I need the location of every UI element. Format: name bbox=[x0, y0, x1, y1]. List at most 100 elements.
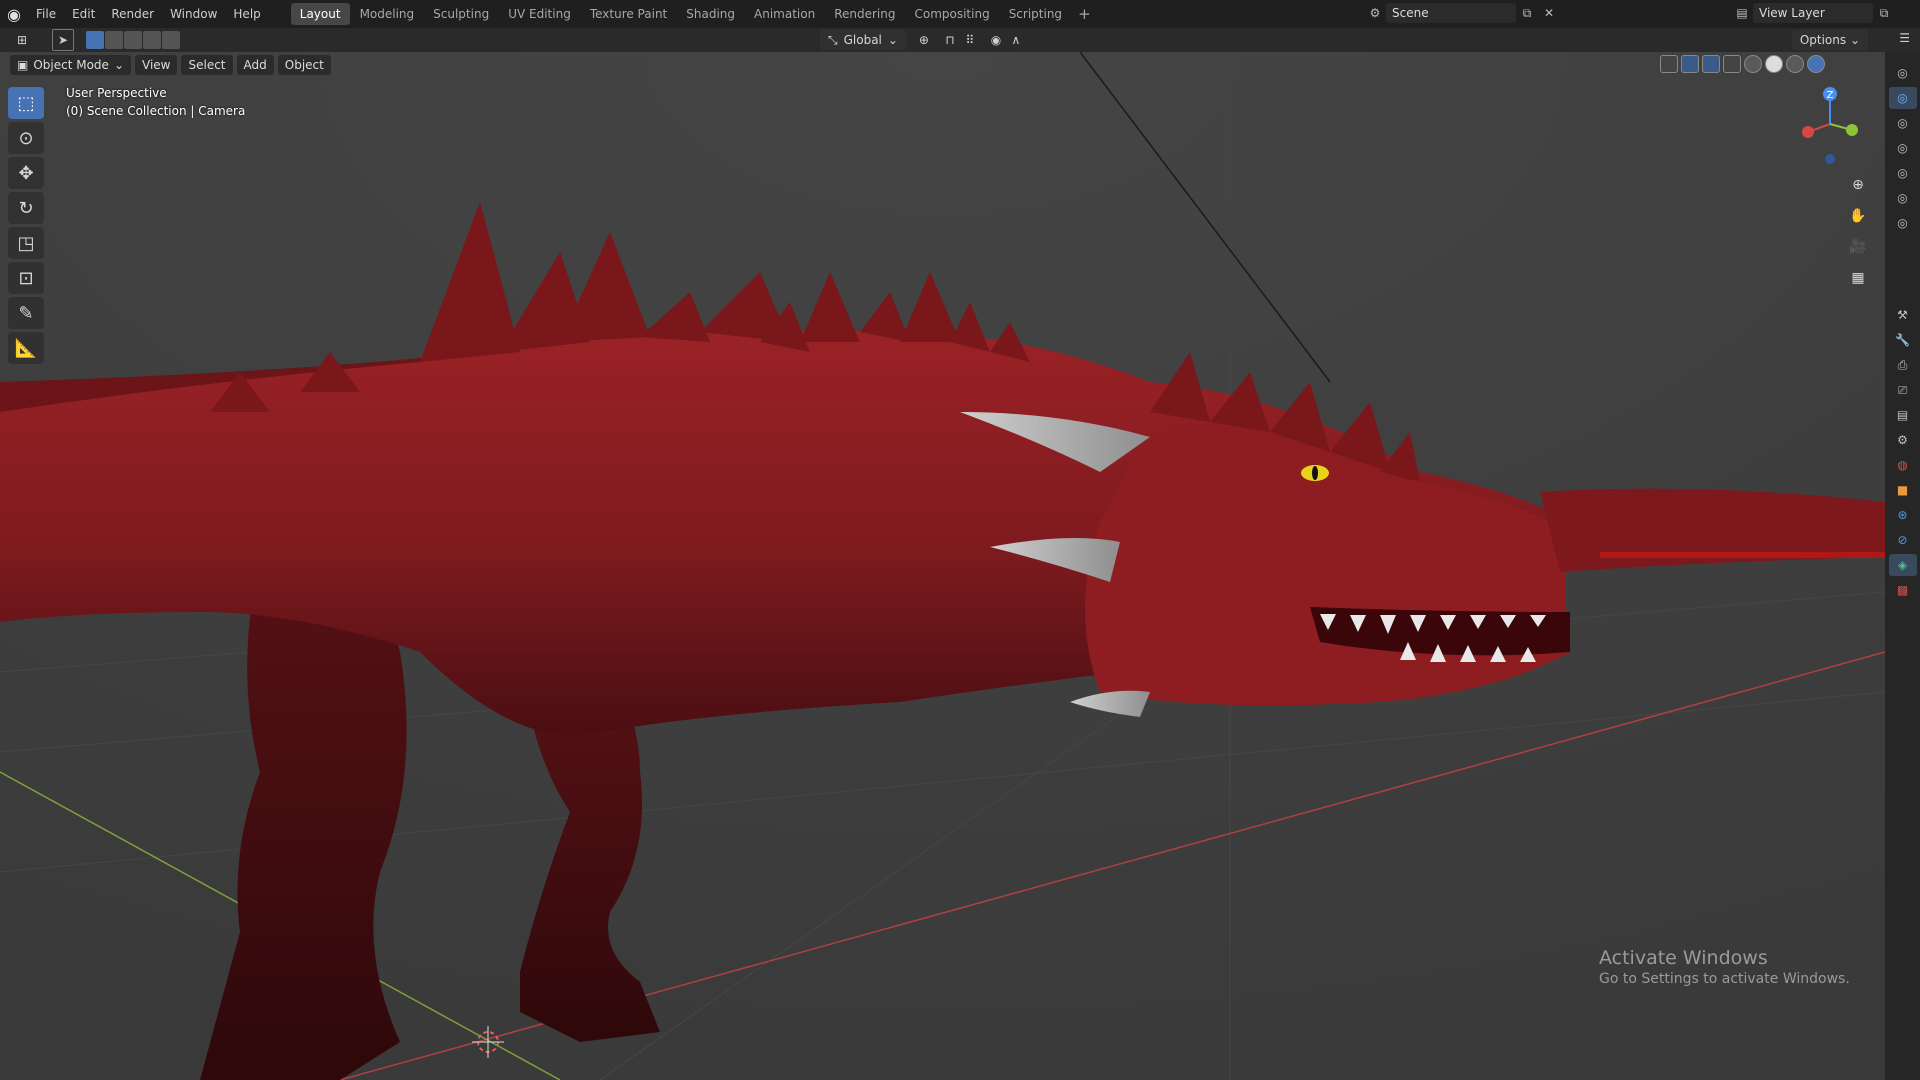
transform-tool-icon[interactable]: ⊡ bbox=[8, 262, 44, 294]
mode-icon: ▣ bbox=[17, 58, 29, 72]
ortho-grid-icon[interactable]: ▦ bbox=[1845, 265, 1871, 291]
dragon-pupil bbox=[1312, 466, 1318, 480]
pan-hand-icon[interactable]: ✋ bbox=[1845, 203, 1871, 229]
annotate-tool-icon[interactable]: ✎ bbox=[8, 297, 44, 329]
object-properties-icon[interactable]: ■ bbox=[1889, 479, 1917, 501]
xray-toggle-icon[interactable] bbox=[1723, 55, 1741, 73]
menu-file[interactable]: File bbox=[28, 0, 64, 28]
add-workspace-icon[interactable]: + bbox=[1072, 5, 1097, 23]
output-properties-icon[interactable]: ⎚ bbox=[1889, 379, 1917, 401]
perspective-label: User Perspective bbox=[66, 86, 167, 100]
wrench-icon[interactable]: 🔧 bbox=[1889, 329, 1917, 351]
rotate-tool-icon[interactable]: ↻ bbox=[8, 192, 44, 224]
tab-animation[interactable]: Animation bbox=[745, 3, 824, 25]
move-tool-icon[interactable]: ✥ bbox=[8, 157, 44, 189]
tab-uv-editing[interactable]: UV Editing bbox=[499, 3, 580, 25]
texture-properties-icon[interactable]: ▩ bbox=[1889, 579, 1917, 601]
proportional-edit-icon[interactable]: ◉ bbox=[986, 30, 1006, 50]
options-label: Options bbox=[1799, 33, 1847, 47]
falloff-icon[interactable]: ∧ bbox=[1006, 30, 1026, 50]
render-properties-icon[interactable]: ⎙ bbox=[1889, 354, 1917, 376]
tab-texture-paint[interactable]: Texture Paint bbox=[581, 3, 676, 25]
scene-icon[interactable]: ⚙ bbox=[1364, 3, 1386, 23]
measure-tool-icon[interactable]: 📐 bbox=[8, 332, 44, 364]
tab-compositing[interactable]: Compositing bbox=[905, 3, 998, 25]
snap-grid-icon[interactable]: ⠿ bbox=[960, 30, 980, 50]
cursor-tool-icon[interactable]: ⊙ bbox=[8, 122, 44, 154]
blender-logo-icon[interactable]: ◉ bbox=[0, 0, 28, 28]
select-invert-button[interactable] bbox=[143, 31, 161, 49]
select-new-button[interactable] bbox=[86, 31, 104, 49]
menu-window[interactable]: Window bbox=[162, 0, 225, 28]
view-layer-icon[interactable]: ▤ bbox=[1731, 3, 1753, 23]
tab-layout[interactable]: Layout bbox=[290, 3, 350, 25]
menu-view[interactable]: View bbox=[135, 55, 178, 75]
tab-scripting[interactable]: Scripting bbox=[1000, 3, 1071, 25]
menu-select[interactable]: Select bbox=[181, 55, 233, 75]
workspace-tabs: Layout Modeling Sculpting UV Editing Tex… bbox=[290, 0, 1097, 28]
3d-viewport[interactable]: ▣ Object Mode ⌄ View Select Add Object U… bbox=[0, 52, 1885, 1080]
scene-properties-icon[interactable]: ⚙ bbox=[1889, 429, 1917, 451]
scene-field[interactable]: Scene bbox=[1386, 3, 1516, 23]
zoom-icon[interactable]: ⊕ bbox=[1845, 172, 1871, 198]
camera-view-icon[interactable]: 🎥 bbox=[1845, 234, 1871, 260]
wireframe-shading-icon[interactable] bbox=[1744, 55, 1762, 73]
snap-icon[interactable]: ⊓ bbox=[940, 30, 960, 50]
tab-rendering[interactable]: Rendering bbox=[825, 3, 904, 25]
camera-icon[interactable]: ◎ bbox=[1889, 162, 1917, 184]
select-tool-icon[interactable]: ➤ bbox=[52, 29, 74, 51]
object-mode-dropdown[interactable]: ▣ Object Mode ⌄ bbox=[10, 55, 131, 75]
x-axis-handle[interactable] bbox=[1802, 126, 1814, 138]
orientation-dropdown[interactable]: ⤡ Global ⌄ bbox=[820, 30, 906, 50]
visibility-icon[interactable] bbox=[1660, 55, 1678, 73]
select-extend-button[interactable] bbox=[105, 31, 123, 49]
camera-icon[interactable]: ◎ bbox=[1889, 112, 1917, 134]
editor-type-icon[interactable]: ⊞ bbox=[12, 30, 32, 50]
menu-object[interactable]: Object bbox=[277, 55, 331, 75]
scale-tool-icon[interactable]: ◳ bbox=[8, 227, 44, 259]
menu-edit[interactable]: Edit bbox=[64, 0, 103, 28]
select-intersect-button[interactable] bbox=[162, 31, 180, 49]
overlay-toggle-icon[interactable] bbox=[1702, 55, 1720, 73]
menu-help[interactable]: Help bbox=[225, 0, 268, 28]
tab-modeling[interactable]: Modeling bbox=[351, 3, 424, 25]
tab-sculpting[interactable]: Sculpting bbox=[424, 3, 498, 25]
watermark-title: Activate Windows bbox=[1599, 947, 1768, 969]
camera-active-icon[interactable]: ◎ bbox=[1888, 87, 1917, 109]
pivot-icon[interactable]: ⊕ bbox=[914, 30, 934, 50]
camera-icon[interactable]: ◎ bbox=[1889, 62, 1917, 84]
select-box-tool-icon[interactable]: ⬚ bbox=[8, 87, 44, 119]
material-shading-icon[interactable] bbox=[1786, 55, 1804, 73]
rendered-shading-icon[interactable] bbox=[1807, 55, 1825, 73]
scene-selector: ⚙ Scene ⧉ ✕ bbox=[1364, 3, 1560, 23]
new-scene-icon[interactable]: ⧉ bbox=[1516, 3, 1538, 23]
y-axis-handle[interactable] bbox=[1846, 124, 1858, 136]
viewport-scene bbox=[0, 52, 1885, 1080]
view-layer-field[interactable]: View Layer bbox=[1753, 3, 1873, 23]
modifier-properties-icon[interactable]: ⊛ bbox=[1889, 504, 1917, 526]
gizmo-toggle-icon[interactable] bbox=[1681, 55, 1699, 73]
camera-icon[interactable]: ◎ bbox=[1889, 137, 1917, 159]
view-layer-selector: ▤ View Layer ⧉ bbox=[1731, 3, 1895, 23]
new-view-layer-icon[interactable]: ⧉ bbox=[1873, 3, 1895, 23]
object-data-properties-icon[interactable]: ◈ bbox=[1888, 554, 1917, 576]
constraint-properties-icon[interactable]: ⊘ bbox=[1889, 529, 1917, 551]
options-dropdown[interactable]: Options ⌄ bbox=[1791, 30, 1868, 50]
neg-z-axis-handle[interactable] bbox=[1825, 154, 1835, 164]
world-properties-icon[interactable]: ◍ bbox=[1889, 454, 1917, 476]
chevron-down-icon: ⌄ bbox=[113, 58, 124, 72]
outliner-toggle-icon[interactable]: ☰ bbox=[1899, 31, 1910, 45]
navigation-gizmo[interactable]: Z bbox=[1795, 74, 1865, 184]
delete-scene-icon[interactable]: ✕ bbox=[1538, 3, 1560, 23]
menu-render[interactable]: Render bbox=[103, 0, 162, 28]
view-layer-properties-icon[interactable]: ▤ bbox=[1889, 404, 1917, 426]
tab-shading[interactable]: Shading bbox=[677, 3, 744, 25]
selection-mode-buttons bbox=[86, 31, 181, 49]
z-axis-label: Z bbox=[1827, 90, 1834, 101]
tool-properties-icon[interactable]: ⚒ bbox=[1889, 304, 1917, 326]
select-subtract-button[interactable] bbox=[124, 31, 142, 49]
camera-icon[interactable]: ◎ bbox=[1889, 187, 1917, 209]
menu-add[interactable]: Add bbox=[236, 55, 274, 75]
solid-shading-icon[interactable] bbox=[1765, 55, 1783, 73]
camera-icon[interactable]: ◎ bbox=[1889, 212, 1917, 234]
